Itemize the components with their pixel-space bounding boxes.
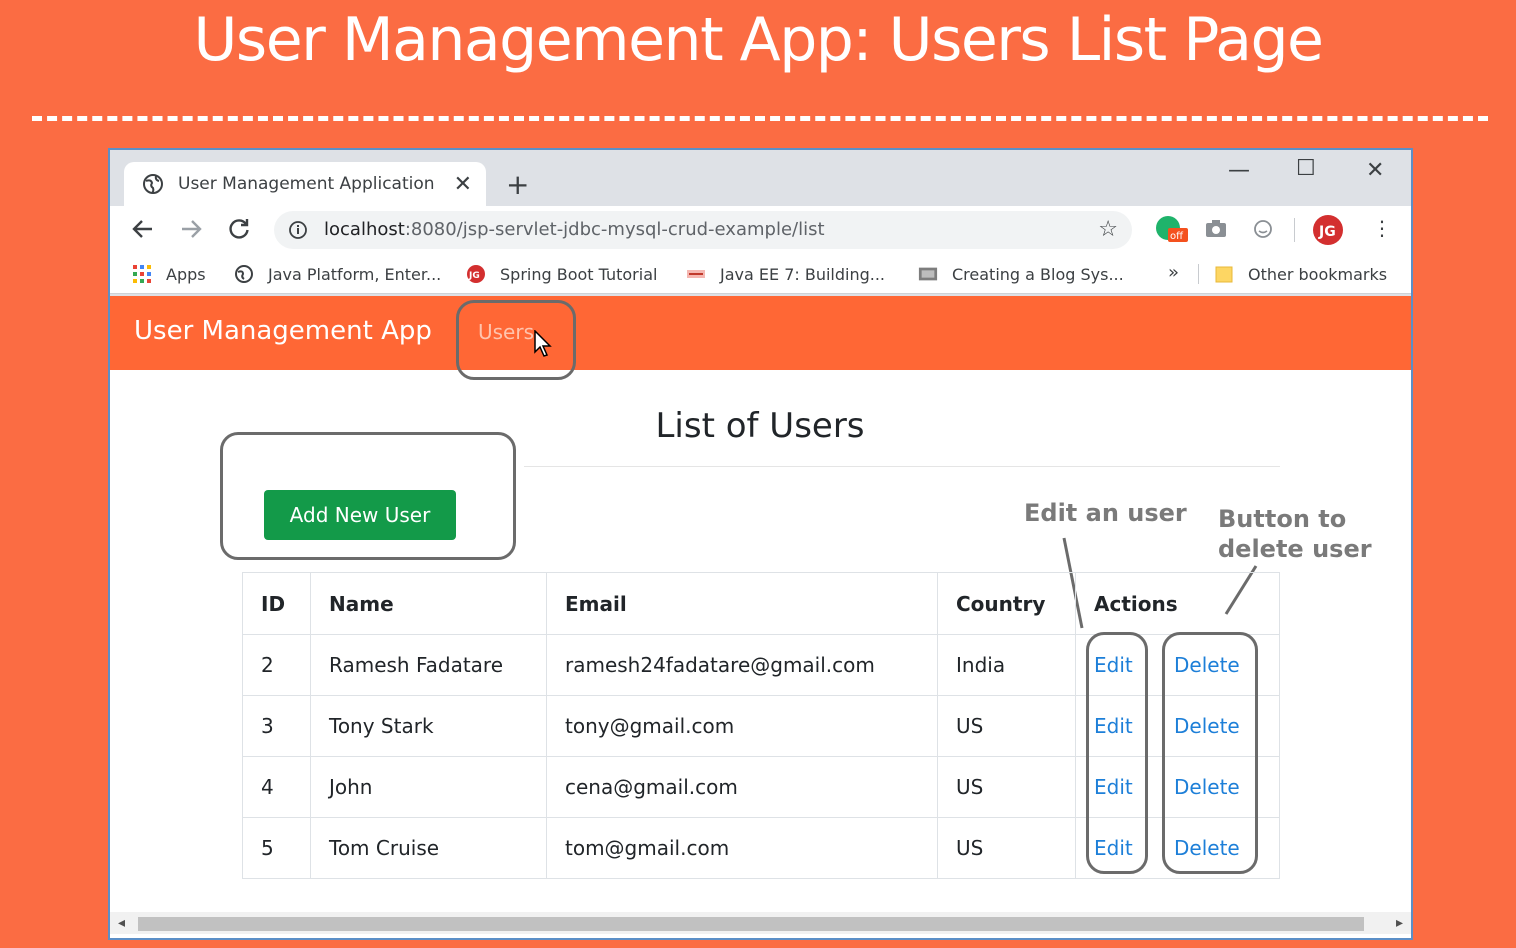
column-header-id: ID [242, 572, 311, 635]
column-header-country: Country [937, 572, 1076, 635]
cell-name: Ramesh Fadatare [310, 634, 547, 696]
slide-title: User Management App: Users List Page [193, 5, 1324, 75]
cell-country: US [937, 817, 1076, 879]
cell-name: Tony Stark [310, 695, 547, 757]
cell-email: tom@gmail.com [546, 817, 938, 879]
cell-country: India [937, 634, 1076, 696]
column-header-actions: Actions [1075, 572, 1280, 635]
cell-email: cena@gmail.com [546, 756, 938, 818]
cell-id: 5 [242, 817, 311, 879]
title-divider [32, 116, 1488, 121]
cell-country: US [937, 756, 1076, 818]
edit-column-highlight-box [1086, 632, 1148, 874]
cell-email: ramesh24fadatare@gmail.com [546, 634, 938, 696]
cell-email: tony@gmail.com [546, 695, 938, 757]
horizontal-scrollbar[interactable]: ◂ ▸ [110, 912, 1411, 934]
cell-name: Tom Cruise [310, 817, 547, 879]
scroll-left-icon[interactable]: ◂ [118, 915, 125, 931]
delete-column-highlight-box [1162, 632, 1258, 874]
cell-id: 3 [242, 695, 311, 757]
cell-name: John [310, 756, 547, 818]
browser-window: User Management Application ✕ + — ☐ ✕ lo… [108, 148, 1413, 940]
scroll-right-icon[interactable]: ▸ [1396, 915, 1403, 931]
cell-id: 4 [242, 756, 311, 818]
scrollbar-thumb[interactable] [138, 917, 1364, 931]
cell-id: 2 [242, 634, 311, 696]
cell-country: US [937, 695, 1076, 757]
table-header-row: ID Name Email Country Actions [242, 572, 1280, 635]
column-header-name: Name [310, 572, 547, 635]
column-header-email: Email [546, 572, 938, 635]
